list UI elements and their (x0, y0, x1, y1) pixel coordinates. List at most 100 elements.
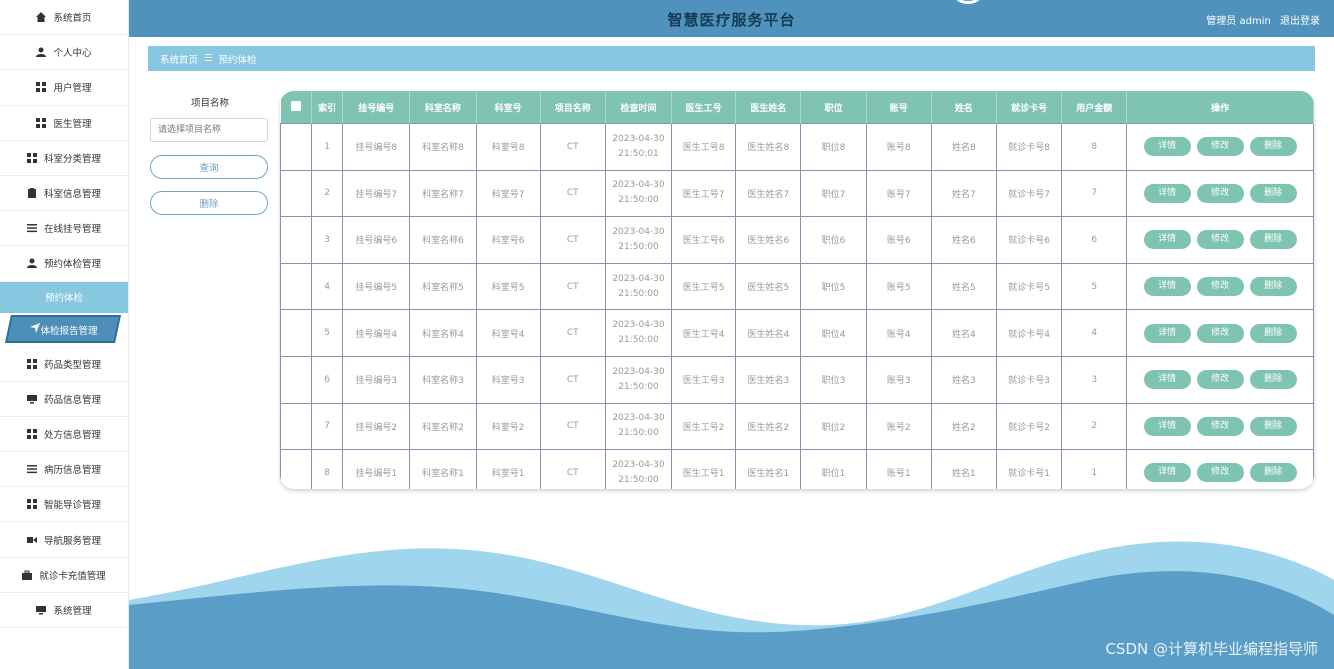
delete-button[interactable]: 删除 (1249, 370, 1297, 390)
sidebar-item-label: 智能导诊管理 (43, 500, 101, 512)
table-row[interactable]: 6 挂号编号3 科室名称3 科室号3 CT 2023-04-30 21:50:00 医生工号3… (280, 355, 1314, 404)
home-icon (36, 12, 47, 23)
data-table: 索引 挂号编号 科室名称 科室号 项目名称 检查时间 医生工号 医生姓名 职位 账号 姓名 就诊卡号用… (280, 91, 1314, 489)
sidebar-item[interactable]: 科室分类管理 (0, 141, 128, 176)
delete-button[interactable]: 删除 (1249, 230, 1297, 250)
table-cell: 挂号编号5 (342, 262, 411, 311)
table-row[interactable]: 5 挂号编号4 科室名称4 科室号4 CT 2023-04-30 21:50:00 医生工号4… (280, 309, 1314, 357)
table-cell: 科室号2 (475, 402, 541, 451)
table-cell: 科室名称8 (409, 123, 477, 171)
table-cell: 医生工号7 (671, 169, 737, 218)
edit-button[interactable]: 修改 (1196, 463, 1244, 483)
exam-time: 21:50:00 (618, 474, 659, 485)
sidebar-item[interactable]: 导航服务管理 (0, 522, 128, 558)
query-button[interactable]: 查询 (150, 155, 268, 179)
sidebar-item[interactable]: 就诊卡充值管理 (0, 558, 128, 593)
sidebar-item[interactable]: 系统管理 (0, 593, 128, 628)
table-row[interactable]: 3 挂号编号6 科室名称6 科室号6 CT 2023-04-30 21:50:00 医生工号6… (280, 216, 1314, 264)
delete-button[interactable]: 删除 (1249, 183, 1297, 203)
edit-button[interactable]: 修改 (1196, 277, 1244, 297)
column-header: 索引 (311, 91, 344, 124)
edit-button[interactable]: 修改 (1196, 137, 1244, 157)
edit-button[interactable]: 修改 (1196, 370, 1244, 390)
row-checkbox-cell[interactable] (280, 309, 313, 357)
exam-time: 21:50:00 (618, 428, 659, 439)
sidebar-subitem-physical-exam[interactable]: 预约体检 (0, 281, 128, 313)
sidebar-item[interactable]: 病历信息管理 (0, 452, 128, 488)
breadcrumb-home[interactable]: 系统首页 (160, 52, 198, 66)
detail-button[interactable]: 详情 (1143, 370, 1191, 390)
exam-time-cell: 2023-04-30 21:50:00 (604, 262, 673, 311)
table-cell: 姓名7 (930, 169, 998, 218)
sidebar-item[interactable]: 药品类型管理 (0, 347, 128, 382)
table-cell: 医生工号3 (671, 355, 737, 404)
table-cell: 8 (1061, 123, 1128, 171)
table-cell: 科室号6 (475, 216, 541, 264)
briefcase-icon (22, 570, 33, 580)
sidebar-item[interactable]: 药品信息管理 (0, 382, 128, 417)
detail-button[interactable]: 详情 (1143, 323, 1191, 343)
edit-button[interactable]: 修改 (1196, 230, 1244, 250)
column-header: 项目名称 (540, 91, 606, 124)
exam-date: 2023-04-30 (612, 226, 665, 237)
list-icon (26, 464, 37, 474)
table-row[interactable]: 4 挂号编号5 科室名称5 科室号5 CT 2023-04-30 21:50:00 医生工号5… (280, 262, 1314, 311)
delete-button[interactable]: 删除 (1249, 137, 1297, 157)
delete-button[interactable]: 删除 (1249, 323, 1297, 343)
logout-link[interactable]: 退出登录 (1280, 16, 1320, 27)
sidebar-item[interactable]: 医生管理 (0, 106, 128, 141)
row-checkbox-cell[interactable] (280, 216, 313, 264)
edit-button[interactable]: 修改 (1196, 323, 1244, 343)
sidebar-item[interactable]: 在线挂号管理 (0, 211, 128, 247)
delete-button[interactable]: 删除 (1249, 463, 1297, 483)
row-checkbox-cell[interactable] (280, 449, 313, 489)
sidebar-item[interactable]: 智能导诊管理 (0, 487, 128, 523)
exam-date: 2023-04-30 (612, 320, 665, 331)
edit-button[interactable]: 修改 (1196, 183, 1244, 203)
actions-cell: 详情 修改 删除 (1126, 169, 1314, 218)
delete-button[interactable]: 删除 (1249, 416, 1297, 436)
table-cell: 科室号4 (475, 309, 541, 357)
sidebar-item[interactable]: 用户管理 (0, 70, 128, 106)
table-cell: 职位2 (800, 402, 867, 451)
sidebar-item[interactable]: 预约体检管理 (0, 246, 128, 282)
detail-button[interactable]: 详情 (1143, 230, 1191, 250)
table-cell: CT (539, 355, 606, 404)
batch-delete-button[interactable]: 删除 (150, 191, 268, 215)
sidebar-item[interactable]: 个人中心 (0, 35, 128, 71)
row-checkbox-cell[interactable] (280, 123, 313, 171)
row-checkbox-cell[interactable] (280, 402, 313, 451)
edit-button[interactable]: 修改 (1196, 416, 1244, 436)
row-checkbox-cell[interactable] (280, 262, 313, 311)
table-cell: 6 (311, 355, 344, 404)
table-cell: 医生姓名1 (735, 449, 802, 489)
table-cell: 科室号5 (475, 262, 541, 311)
actions-cell: 详情 修改 删除 (1126, 449, 1314, 489)
sidebar-item-label: 医生管理 (53, 118, 92, 130)
detail-button[interactable]: 详情 (1143, 183, 1191, 203)
row-checkbox-cell[interactable] (280, 355, 313, 404)
exam-time: 21:50:00 (618, 335, 659, 346)
table-row[interactable]: 8 挂号编号1 科室名称1 科室号1 CT 2023-04-30 21:50:00 医生工号1… (280, 449, 1314, 489)
data-table-container: 索引 挂号编号 科室名称 科室号 项目名称 检查时间 医生工号 医生姓名 职位 账号 姓名 就诊卡号用… (280, 91, 1314, 489)
sidebar-item[interactable]: 处方信息管理 (0, 417, 128, 453)
table-row[interactable]: 2 挂号编号7 科室名称7 科室号7 CT 2023-04-30 21:50:00 医生工号7… (280, 169, 1314, 218)
detail-button[interactable]: 详情 (1143, 277, 1191, 297)
sidebar-item-label: 药品类型管理 (43, 359, 101, 371)
detail-button[interactable]: 详情 (1143, 463, 1191, 483)
table-cell: 3 (1061, 355, 1128, 404)
row-checkbox-cell[interactable] (280, 169, 313, 218)
table-cell: CT (539, 169, 606, 218)
delete-button[interactable]: 删除 (1249, 277, 1297, 297)
sidebar-item[interactable]: 科室信息管理 (0, 176, 128, 212)
detail-button[interactable]: 详情 (1143, 137, 1191, 157)
detail-button[interactable]: 详情 (1143, 416, 1191, 436)
table-row[interactable]: 7 挂号编号2 科室名称2 科室号2 CT 2023-04-30 21:50:00 医生工号2… (280, 402, 1314, 451)
table-row[interactable]: 1 挂号编号8 科室名称8 科室号8 CT 2023-04-30 21:50:01 医生工号8… (280, 123, 1314, 171)
select-all-checkbox[interactable] (280, 91, 313, 124)
exam-time: 21:50:00 (618, 288, 659, 299)
sidebar-item-exam-report-active[interactable]: 体检报告管理 (0, 313, 128, 347)
sidebar-item[interactable]: 系统首页 (0, 0, 128, 36)
table-cell: 就诊卡号1 (995, 449, 1063, 489)
project-name-select[interactable] (150, 118, 268, 142)
